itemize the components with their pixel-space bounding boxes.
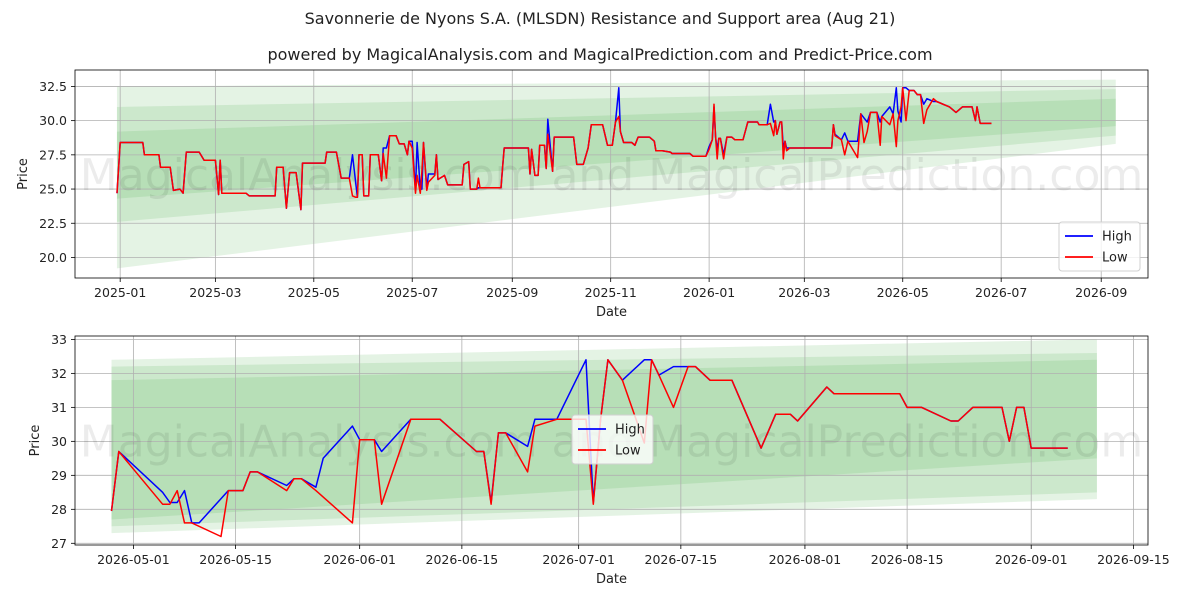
legend-label-high: High [1102, 230, 1132, 245]
y-tick-label: 25.0 [39, 182, 67, 197]
x-axis-label: Date [596, 572, 627, 587]
y-tick-label: 30 [51, 434, 67, 449]
x-tick-label: 2026-09-15 [1097, 552, 1170, 567]
x-tick-label: 2025-03 [189, 285, 241, 300]
x-tick-label: 2026-07-01 [542, 552, 615, 567]
legend-label-low: Low [615, 444, 641, 459]
x-tick-label: 2026-08-15 [871, 552, 944, 567]
y-tick-label: 27 [51, 536, 67, 551]
x-tick-label: 2026-09 [1075, 285, 1127, 300]
chart-panel-2: 2026-05-01 2026-05-15 2026-06-01 2026-06-15… [28, 332, 1170, 587]
legend: High Low [571, 414, 654, 465]
y-tick-label: 30.0 [39, 113, 67, 128]
x-tick-label: 2025-09 [486, 285, 538, 300]
y-tick-label: 22.5 [39, 216, 67, 231]
x-tick-label: 2025-07 [386, 285, 438, 300]
x-tick-label: 2026-07 [975, 285, 1027, 300]
y-axis-label: Price [16, 158, 31, 190]
x-axis-label: Date [596, 305, 627, 320]
y-tick-label: 32 [51, 366, 67, 381]
x-tick-label: 2026-08-01 [769, 552, 842, 567]
x-tick-label: 2025-05 [288, 285, 340, 300]
y-tick-label: 33 [51, 332, 67, 347]
x-tick-label: 2026-05-15 [199, 552, 272, 567]
x-tick-label: 2026-07-15 [645, 552, 718, 567]
x-tick-label: 2026-09-01 [995, 552, 1068, 567]
x-tick-label: 2025-11 [585, 285, 637, 300]
y-tick-label: 20.0 [39, 250, 67, 265]
y-tick-label: 29 [51, 468, 67, 483]
y-tick-label: 32.5 [39, 79, 67, 94]
x-tick-label: 2025-01 [94, 285, 146, 300]
y-tick-label: 31 [51, 400, 67, 415]
x-tick-label: 2026-01 [683, 285, 735, 300]
x-tick-label: 2026-06-01 [323, 552, 396, 567]
x-tick-label: 2026-05-01 [97, 552, 170, 567]
legend: High Low [1058, 221, 1141, 272]
y-tick-label: 28 [51, 502, 67, 517]
chart-panel-1: 2025-01 2025-03 2025-05 2025-07 2025-09 2025-… [16, 69, 1149, 320]
legend-label-low: Low [1102, 251, 1128, 266]
top-chart: 2025-01 2025-03 2025-05 2025-07 2025-09 2025-… [16, 69, 1170, 587]
y-tick-label: 27.5 [39, 147, 67, 162]
x-tick-label: 2026-05 [877, 285, 929, 300]
x-tick-label: 2026-03 [778, 285, 830, 300]
x-tick-label: 2026-06-15 [426, 552, 499, 567]
y-axis-label: Price [28, 425, 43, 457]
legend-label-high: High [615, 423, 645, 438]
